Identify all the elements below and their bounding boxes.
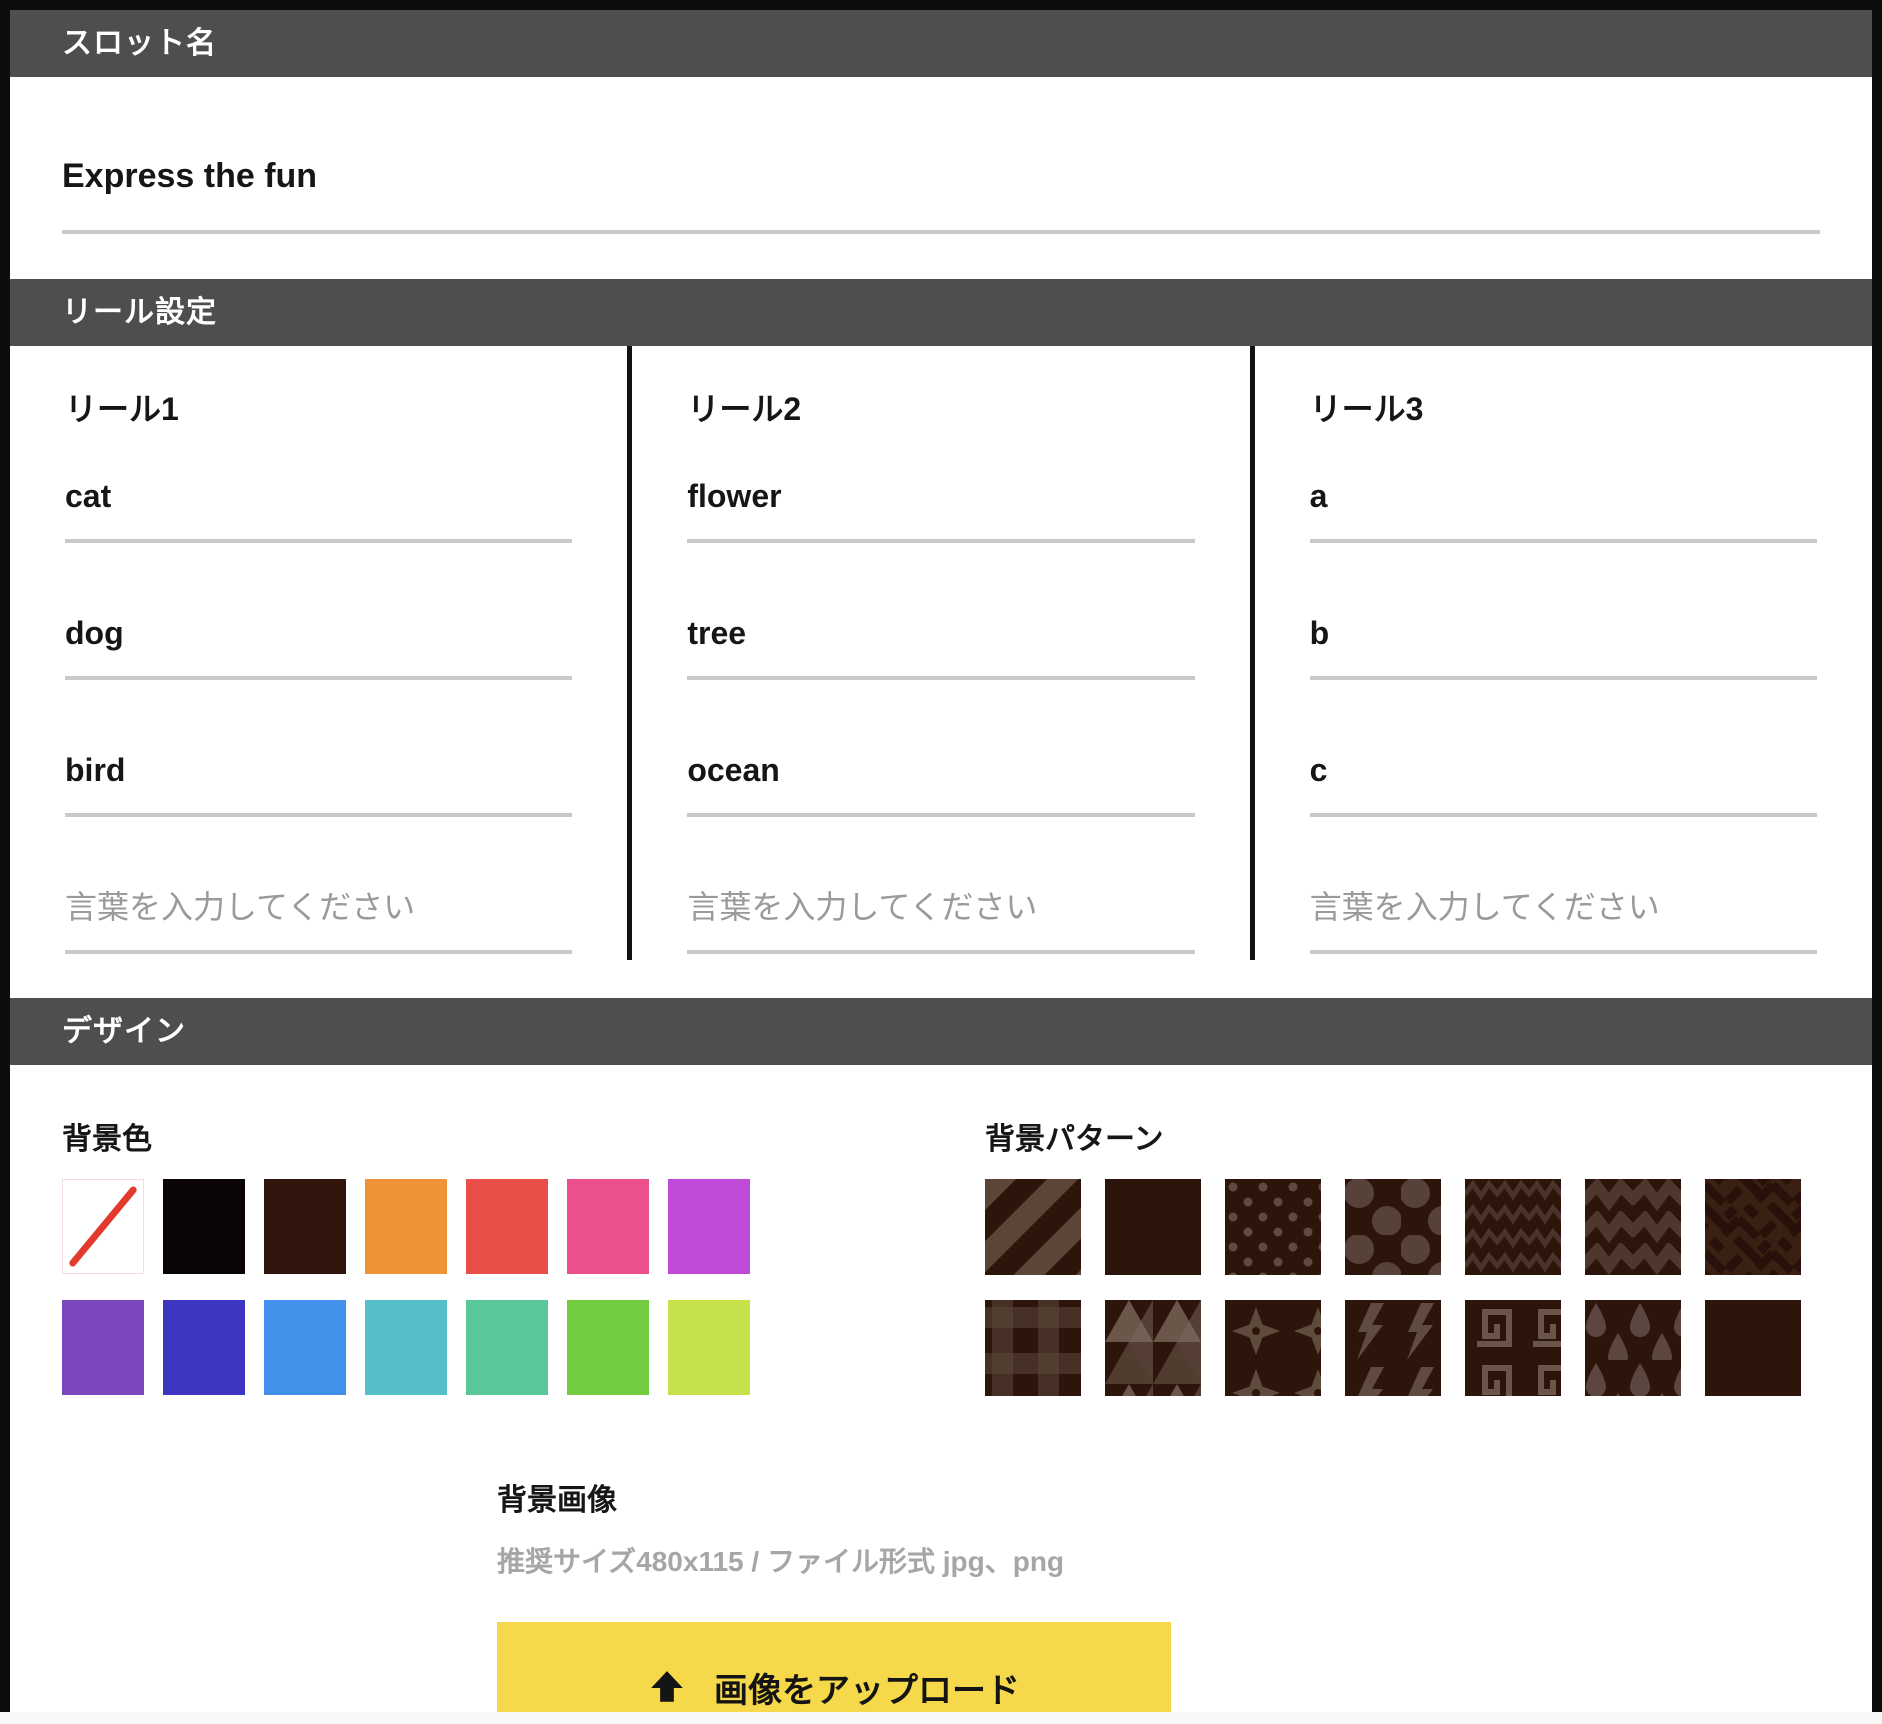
reel-word-input[interactable] — [687, 752, 1194, 817]
background-pattern-block: 背景パターン — [985, 1123, 1801, 1396]
bg-color-swatch-none[interactable] — [62, 1179, 144, 1274]
background-color-block: 背景色 — [62, 1123, 752, 1395]
bg-color-swatch-teal[interactable] — [365, 1300, 447, 1395]
slot-editor-page: スロット名 リール設定 リール1 リール2 リール3 デザイン 背景色 背景パターン… — [0, 0, 1882, 1712]
upload-arrow-icon — [648, 1668, 686, 1706]
reel-column-label: リール2 — [687, 384, 1194, 430]
upload-button-label: 画像をアップロード — [714, 1663, 1020, 1712]
reel-settings-section: リール1 リール2 リール3 — [10, 346, 1872, 960]
bg-color-swatch-pink[interactable] — [567, 1179, 649, 1274]
bg-color-swatch-red[interactable] — [466, 1179, 548, 1274]
bg-pattern-swatch-diagonal-stripes[interactable] — [985, 1179, 1081, 1275]
background-image-hint: 推奨サイズ480x115 / ファイル形式 jpg、png — [497, 1540, 1820, 1580]
reel-word-input[interactable] — [687, 478, 1194, 543]
section-header-slot-name: スロット名 — [10, 10, 1872, 77]
bg-color-swatch-black[interactable] — [163, 1179, 245, 1274]
bg-color-swatch-lime[interactable] — [668, 1300, 750, 1395]
bg-pattern-swatch-triangles[interactable] — [1105, 1300, 1201, 1396]
bg-color-swatch-indigo[interactable] — [163, 1300, 245, 1395]
slot-name-section-title: スロット名 — [62, 27, 217, 60]
design-section: 背景色 背景パターン 背景画像 推奨サイズ480x115 / ファイル形式 jp… — [10, 1065, 1872, 1712]
reel-column-label: リール3 — [1310, 384, 1817, 430]
background-pattern-label: 背景パターン — [985, 1123, 1801, 1157]
slot-name-input[interactable] — [62, 157, 1820, 234]
bg-color-swatch-dark-brown[interactable] — [264, 1179, 346, 1274]
background-color-grid — [62, 1179, 752, 1395]
bg-pattern-swatch-plaid[interactable] — [985, 1300, 1081, 1396]
bg-color-swatch-purple[interactable] — [62, 1300, 144, 1395]
background-pattern-grid — [985, 1179, 1801, 1396]
upload-image-button[interactable]: 画像をアップロード — [497, 1622, 1171, 1712]
bg-pattern-swatch-shuriken[interactable] — [1225, 1300, 1321, 1396]
background-image-label: 背景画像 — [497, 1484, 1820, 1518]
bg-pattern-swatch-solid-dark[interactable] — [1705, 1300, 1801, 1396]
bg-color-swatch-sea-green[interactable] — [466, 1300, 548, 1395]
section-header-design: デザイン — [10, 998, 1872, 1065]
design-section-title: デザイン — [62, 1015, 186, 1048]
bg-pattern-swatch-zigzag-thick[interactable] — [1585, 1179, 1681, 1275]
reel-word-input[interactable] — [687, 615, 1194, 680]
reel-column: リール1 — [10, 346, 627, 960]
bg-color-swatch-blue[interactable] — [264, 1300, 346, 1395]
bg-pattern-swatch-maze[interactable] — [1705, 1179, 1801, 1275]
bg-pattern-swatch-zigzag-thin[interactable] — [1465, 1179, 1561, 1275]
bg-pattern-swatch-dots-large[interactable] — [1345, 1179, 1441, 1275]
bg-pattern-swatch-dots-small[interactable] — [1225, 1179, 1321, 1275]
reel-column-label: リール1 — [65, 384, 572, 430]
reel-word-input[interactable] — [65, 478, 572, 543]
bg-color-swatch-magenta[interactable] — [668, 1179, 750, 1274]
slot-name-section — [10, 77, 1872, 279]
bg-color-swatch-orange[interactable] — [365, 1179, 447, 1274]
background-image-block: 背景画像 推奨サイズ480x115 / ファイル形式 jpg、png 画像をアッ… — [497, 1484, 1820, 1712]
reel-word-input-empty[interactable] — [687, 889, 1194, 954]
section-header-reels: リール設定 — [10, 279, 1872, 346]
reel-word-input[interactable] — [1310, 478, 1817, 543]
bg-color-swatch-green[interactable] — [567, 1300, 649, 1395]
bg-pattern-swatch-lightning[interactable] — [1345, 1300, 1441, 1396]
bg-pattern-swatch-raindrops[interactable] — [1585, 1300, 1681, 1396]
reel-word-input-empty[interactable] — [1310, 889, 1817, 954]
reel-column: リール2 — [627, 346, 1249, 960]
background-color-label: 背景色 — [62, 1123, 752, 1157]
bg-pattern-swatch-greek-key[interactable] — [1465, 1300, 1561, 1396]
reel-word-input[interactable] — [1310, 615, 1817, 680]
reel-column: リール3 — [1250, 346, 1872, 960]
reel-word-input[interactable] — [65, 615, 572, 680]
bg-pattern-swatch-solid[interactable] — [1105, 1179, 1201, 1275]
reel-word-input[interactable] — [65, 752, 572, 817]
reel-word-input-empty[interactable] — [65, 889, 572, 954]
reels-section-title: リール設定 — [62, 296, 217, 329]
reel-word-input[interactable] — [1310, 752, 1817, 817]
